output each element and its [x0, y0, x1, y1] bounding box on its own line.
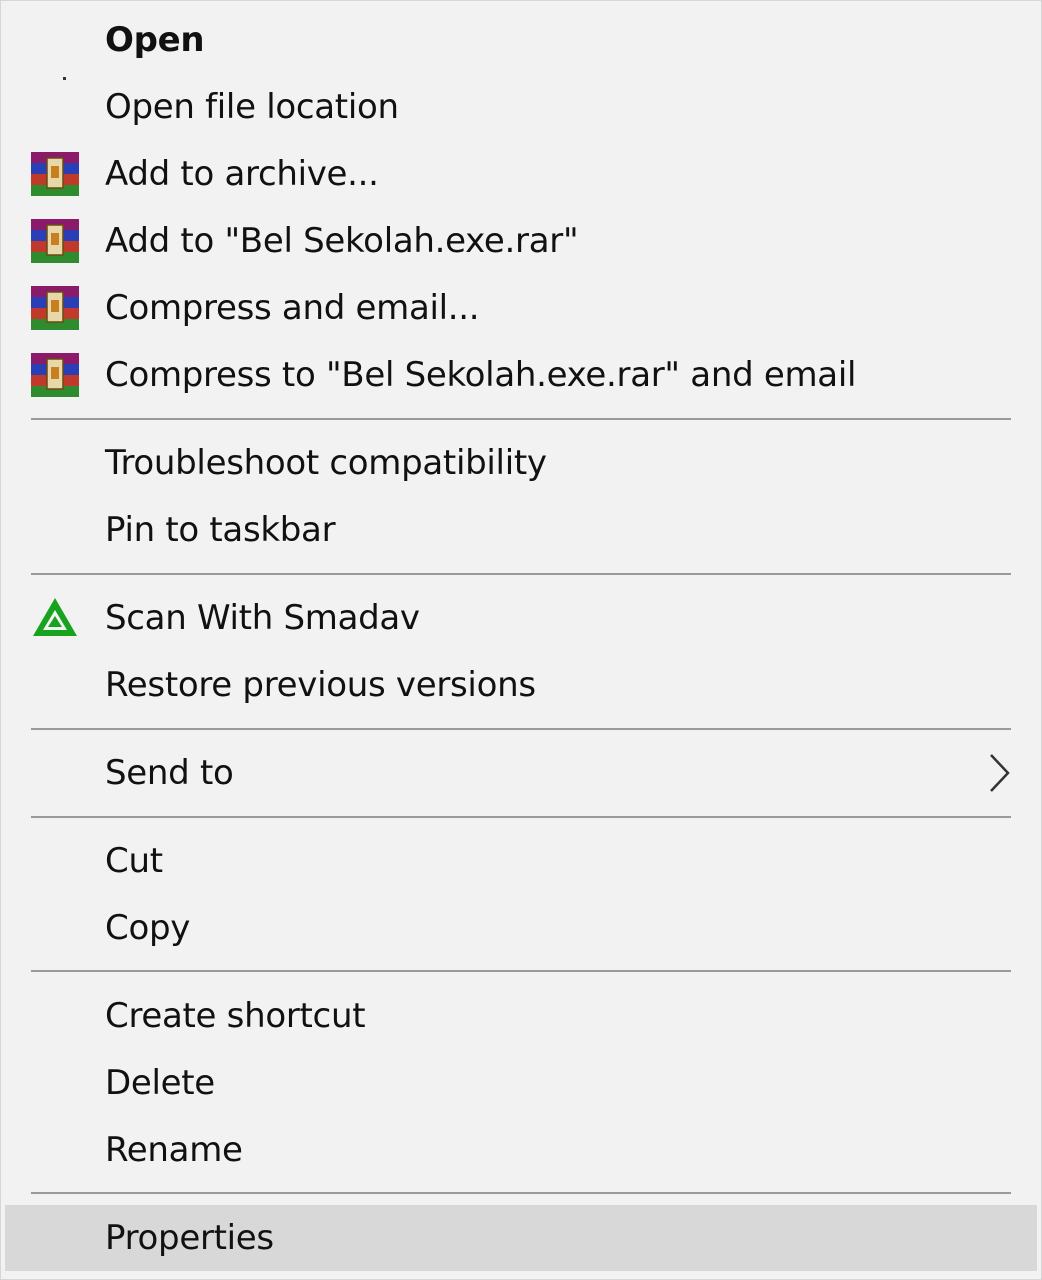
menu-item-label: Send to [105, 753, 234, 793]
smadav-icon [33, 598, 77, 636]
menu-item-restore-previous-versions[interactable]: Restore previous versions [5, 652, 1037, 718]
menu-item-open-file-location[interactable]: Open file location [5, 74, 1037, 140]
menu-item-properties[interactable]: Properties [5, 1205, 1037, 1271]
winrar-icon [31, 152, 79, 196]
menu-item-label: Delete [105, 1063, 215, 1103]
menu-separator [31, 573, 1011, 575]
chevron-right-icon [990, 754, 1010, 792]
menu-separator [31, 816, 1011, 818]
menu-item-send-to[interactable]: Send to [5, 740, 1037, 806]
menu-item-cut[interactable]: Cut [5, 828, 1037, 894]
menu-item-label: Compress and email... [105, 288, 480, 328]
menu-item-label: Compress to "Bel Sekolah.exe.rar" and em… [105, 355, 857, 395]
menu-item-label: Scan With Smadav [105, 598, 420, 638]
menu-item-label: Cut [105, 841, 163, 881]
menu-item-copy[interactable]: Copy [5, 895, 1037, 961]
winrar-icon [31, 286, 79, 330]
menu-item-scan-with-smadav[interactable]: Scan With Smadav [5, 585, 1037, 651]
menu-item-label: Add to "Bel Sekolah.exe.rar" [105, 221, 579, 261]
context-menu: Open Open file location Add to archive..… [0, 0, 1042, 1280]
menu-item-create-shortcut[interactable]: Create shortcut [5, 983, 1037, 1049]
menu-item-label: Open file location [105, 87, 399, 127]
menu-item-troubleshoot-compatibility[interactable]: Troubleshoot compatibility [5, 430, 1037, 496]
menu-separator [31, 970, 1011, 972]
menu-item-label: Rename [105, 1130, 243, 1170]
menu-item-compress-to-rar-and-email[interactable]: Compress to "Bel Sekolah.exe.rar" and em… [5, 342, 1037, 408]
menu-item-label: Copy [105, 908, 191, 948]
winrar-icon [31, 353, 79, 397]
menu-separator [31, 728, 1011, 730]
menu-item-add-to-archive[interactable]: Add to archive... [5, 141, 1037, 207]
menu-item-label: Restore previous versions [105, 665, 536, 705]
menu-item-open[interactable]: Open [5, 7, 1037, 73]
menu-separator [31, 418, 1011, 420]
menu-item-label: Open [105, 20, 205, 60]
menu-item-label: Add to archive... [105, 154, 379, 194]
menu-item-label: Create shortcut [105, 996, 366, 1036]
menu-item-label: Pin to taskbar [105, 510, 336, 550]
menu-item-add-to-rar[interactable]: Add to "Bel Sekolah.exe.rar" [5, 208, 1037, 274]
menu-item-label: Properties [105, 1218, 274, 1258]
menu-item-rename[interactable]: Rename [5, 1117, 1037, 1183]
menu-separator [31, 1192, 1011, 1194]
menu-item-pin-to-taskbar[interactable]: Pin to taskbar [5, 497, 1037, 563]
menu-item-compress-and-email[interactable]: Compress and email... [5, 275, 1037, 341]
menu-item-label: Troubleshoot compatibility [105, 443, 547, 483]
winrar-icon [31, 219, 79, 263]
menu-item-delete[interactable]: Delete [5, 1050, 1037, 1116]
